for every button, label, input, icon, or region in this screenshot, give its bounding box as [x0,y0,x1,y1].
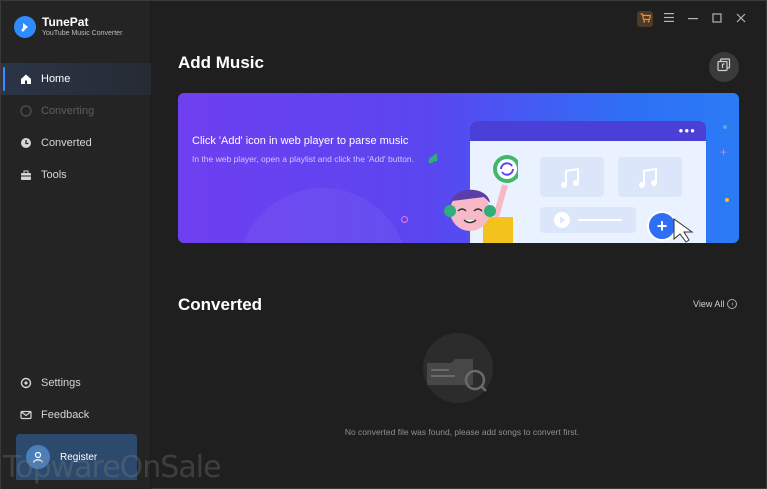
music-tile [618,157,682,197]
sidebar-item-settings[interactable]: Settings [1,367,151,399]
sidebar-item-home[interactable]: Home [1,63,151,95]
app-logo: TunePat YouTube Music Converter [14,15,122,39]
add-music-banner: Click 'Add' icon in web player to parse … [178,93,739,243]
app-name: TunePat [42,15,89,29]
sidebar-item-label: Converted [41,137,92,149]
chevron-right-icon: › [727,299,738,309]
banner-description: In the web player, open a playlist and c… [192,154,415,164]
sidebar-item-label: Feedback [41,409,90,421]
home-icon [19,72,33,86]
app-window: TunePat YouTube Music Converter Home Con… [0,0,767,489]
music-tile [540,157,604,197]
empty-state-text: No converted file was found, please add … [344,427,580,437]
view-all-link[interactable]: View All › [693,299,738,309]
batch-add-button[interactable] [709,52,739,82]
sidebar-nav: Home Converting Converted Tools [1,63,151,191]
more-dots-icon: ●●● [678,126,696,135]
sidebar-item-label: Home [41,73,71,85]
toolbox-icon [19,168,33,182]
sidebar-item-label: Settings [41,377,81,389]
sidebar-item-label: Tools [41,169,67,181]
cursor-icon [673,218,694,243]
converted-title: Converted [178,295,263,314]
player-tile [540,207,636,233]
watermark: TopwareOnSale [3,450,222,485]
sidebar: TunePat YouTube Music Converter Home Con… [1,1,151,489]
main-content: Add Music Click 'Add' icon in web player… [152,1,767,489]
sidebar-item-tools[interactable]: Tools [1,159,151,191]
clock-icon [19,136,33,150]
ring-decoration [401,216,408,223]
browser-bar: ●●● [470,121,706,141]
sidebar-item-converted[interactable]: Converted [1,127,151,159]
sidebar-item-feedback[interactable]: Feedback [1,399,151,431]
batch-add-icon [717,57,731,77]
app-subtitle: YouTube Music Converter [42,30,123,37]
sidebar-item-converting[interactable]: Converting [1,95,151,127]
gear-icon [19,376,33,390]
dot-decoration [723,125,727,129]
mail-icon [19,408,33,422]
converting-icon [19,104,33,118]
banner-title: Click 'Add' icon in web player to parse … [192,135,409,147]
empty-state-icon [423,333,493,403]
add-music-title: Add Music [178,53,264,72]
character-illustration [428,153,518,243]
tunepat-logo-icon [14,16,36,38]
sparkle-icon: + [720,145,728,159]
sidebar-item-label: Converting [41,105,95,117]
view-all-label: View All [693,299,725,309]
sidebar-bottom-nav: Settings Feedback [1,367,151,431]
banner-decoration [238,188,408,243]
dot-decoration [725,198,729,202]
